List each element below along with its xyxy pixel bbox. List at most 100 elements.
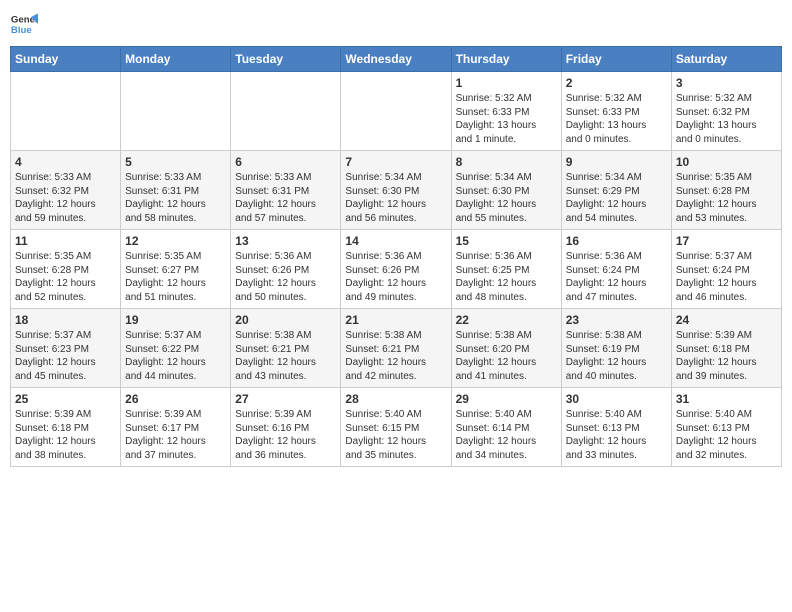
day-number: 30 xyxy=(566,392,667,406)
day-number: 12 xyxy=(125,234,226,248)
calendar-cell: 14 Sunrise: 5:36 AM Sunset: 6:26 PM Dayli… xyxy=(341,230,451,309)
day-info: Sunrise: 5:40 AM Sunset: 6:14 PM Dayligh… xyxy=(456,408,557,462)
day-info: Sunrise: 5:40 AM Sunset: 6:13 PM Dayligh… xyxy=(566,408,667,462)
calendar-cell: 2 Sunrise: 5:32 AM Sunset: 6:33 PM Daylig… xyxy=(561,72,671,151)
day-info: Sunrise: 5:36 AM Sunset: 6:26 PM Dayligh… xyxy=(235,250,336,304)
day-number: 19 xyxy=(125,313,226,327)
day-info: Sunrise: 5:38 AM Sunset: 6:19 PM Dayligh… xyxy=(566,329,667,383)
day-number: 25 xyxy=(15,392,116,406)
day-number: 28 xyxy=(345,392,446,406)
day-info: Sunrise: 5:38 AM Sunset: 6:21 PM Dayligh… xyxy=(235,329,336,383)
weekday-friday: Friday xyxy=(561,47,671,72)
calendar-body: 1 Sunrise: 5:32 AM Sunset: 6:33 PM Daylig… xyxy=(11,72,782,467)
calendar-cell: 24 Sunrise: 5:39 AM Sunset: 6:18 PM Dayli… xyxy=(671,309,781,388)
day-info: Sunrise: 5:33 AM Sunset: 6:31 PM Dayligh… xyxy=(125,171,226,225)
page-header: General Blue xyxy=(10,10,782,38)
calendar-cell: 15 Sunrise: 5:36 AM Sunset: 6:25 PM Dayli… xyxy=(451,230,561,309)
day-number: 4 xyxy=(15,155,116,169)
day-info: Sunrise: 5:40 AM Sunset: 6:13 PM Dayligh… xyxy=(676,408,777,462)
day-info: Sunrise: 5:38 AM Sunset: 6:20 PM Dayligh… xyxy=(456,329,557,383)
day-number: 24 xyxy=(676,313,777,327)
calendar-cell: 10Sunrise: 5:35 AM Sunset: 6:28 PM Dayli… xyxy=(671,151,781,230)
day-number: 6 xyxy=(235,155,336,169)
day-number: 17 xyxy=(676,234,777,248)
day-info: Sunrise: 5:39 AM Sunset: 6:18 PM Dayligh… xyxy=(15,408,116,462)
calendar-cell: 5 Sunrise: 5:33 AM Sunset: 6:31 PM Daylig… xyxy=(121,151,231,230)
day-number: 18 xyxy=(15,313,116,327)
calendar-table: SundayMondayTuesdayWednesdayThursdayFrid… xyxy=(10,46,782,467)
calendar-cell: 28 Sunrise: 5:40 AM Sunset: 6:15 PM Dayli… xyxy=(341,388,451,467)
day-info: Sunrise: 5:36 AM Sunset: 6:24 PM Dayligh… xyxy=(566,250,667,304)
day-info: Sunrise: 5:40 AM Sunset: 6:15 PM Dayligh… xyxy=(345,408,446,462)
day-number: 23 xyxy=(566,313,667,327)
day-info: Sunrise: 5:39 AM Sunset: 6:17 PM Dayligh… xyxy=(125,408,226,462)
calendar-week-3: 11 Sunrise: 5:35 AM Sunset: 6:28 PM Dayli… xyxy=(11,230,782,309)
calendar-week-5: 25 Sunrise: 5:39 AM Sunset: 6:18 PM Dayli… xyxy=(11,388,782,467)
day-info: Sunrise: 5:36 AM Sunset: 6:25 PM Dayligh… xyxy=(456,250,557,304)
weekday-saturday: Saturday xyxy=(671,47,781,72)
day-number: 1 xyxy=(456,76,557,90)
calendar-cell: 21Sunrise: 5:38 AM Sunset: 6:21 PM Dayli… xyxy=(341,309,451,388)
day-info: Sunrise: 5:37 AM Sunset: 6:23 PM Dayligh… xyxy=(15,329,116,383)
weekday-wednesday: Wednesday xyxy=(341,47,451,72)
calendar-cell: 22 Sunrise: 5:38 AM Sunset: 6:20 PM Dayli… xyxy=(451,309,561,388)
day-info: Sunrise: 5:32 AM Sunset: 6:33 PM Dayligh… xyxy=(456,92,557,146)
calendar-cell xyxy=(11,72,121,151)
day-number: 10 xyxy=(676,155,777,169)
day-number: 3 xyxy=(676,76,777,90)
calendar-cell: 13 Sunrise: 5:36 AM Sunset: 6:26 PM Dayli… xyxy=(231,230,341,309)
weekday-tuesday: Tuesday xyxy=(231,47,341,72)
day-info: Sunrise: 5:34 AM Sunset: 6:29 PM Dayligh… xyxy=(566,171,667,225)
day-number: 5 xyxy=(125,155,226,169)
day-number: 9 xyxy=(566,155,667,169)
day-info: Sunrise: 5:33 AM Sunset: 6:31 PM Dayligh… xyxy=(235,171,336,225)
calendar-header-row: SundayMondayTuesdayWednesdayThursdayFrid… xyxy=(11,47,782,72)
calendar-cell: 17Sunrise: 5:37 AM Sunset: 6:24 PM Dayli… xyxy=(671,230,781,309)
day-info: Sunrise: 5:37 AM Sunset: 6:22 PM Dayligh… xyxy=(125,329,226,383)
day-info: Sunrise: 5:35 AM Sunset: 6:27 PM Dayligh… xyxy=(125,250,226,304)
calendar-cell: 23 Sunrise: 5:38 AM Sunset: 6:19 PM Dayli… xyxy=(561,309,671,388)
weekday-monday: Monday xyxy=(121,47,231,72)
day-number: 13 xyxy=(235,234,336,248)
calendar-cell: 20 Sunrise: 5:38 AM Sunset: 6:21 PM Dayli… xyxy=(231,309,341,388)
calendar-cell: 6 Sunrise: 5:33 AM Sunset: 6:31 PM Daylig… xyxy=(231,151,341,230)
day-info: Sunrise: 5:33 AM Sunset: 6:32 PM Dayligh… xyxy=(15,171,116,225)
day-info: Sunrise: 5:34 AM Sunset: 6:30 PM Dayligh… xyxy=(456,171,557,225)
calendar-cell: 12 Sunrise: 5:35 AM Sunset: 6:27 PM Dayli… xyxy=(121,230,231,309)
day-number: 8 xyxy=(456,155,557,169)
day-info: Sunrise: 5:39 AM Sunset: 6:18 PM Dayligh… xyxy=(676,329,777,383)
day-number: 15 xyxy=(456,234,557,248)
day-info: Sunrise: 5:34 AM Sunset: 6:30 PM Dayligh… xyxy=(345,171,446,225)
calendar-cell: 3Sunrise: 5:32 AM Sunset: 6:32 PM Daylig… xyxy=(671,72,781,151)
logo: General Blue xyxy=(10,10,42,38)
day-number: 20 xyxy=(235,313,336,327)
calendar-cell xyxy=(231,72,341,151)
calendar-cell: 30 Sunrise: 5:40 AM Sunset: 6:13 PM Dayli… xyxy=(561,388,671,467)
day-info: Sunrise: 5:35 AM Sunset: 6:28 PM Dayligh… xyxy=(15,250,116,304)
calendar-cell xyxy=(121,72,231,151)
calendar-cell: 26 Sunrise: 5:39 AM Sunset: 6:17 PM Dayli… xyxy=(121,388,231,467)
calendar-cell: 8 Sunrise: 5:34 AM Sunset: 6:30 PM Daylig… xyxy=(451,151,561,230)
calendar-cell xyxy=(341,72,451,151)
day-info: Sunrise: 5:36 AM Sunset: 6:26 PM Dayligh… xyxy=(345,250,446,304)
calendar-cell: 9 Sunrise: 5:34 AM Sunset: 6:29 PM Daylig… xyxy=(561,151,671,230)
calendar-cell: 25 Sunrise: 5:39 AM Sunset: 6:18 PM Dayli… xyxy=(11,388,121,467)
weekday-sunday: Sunday xyxy=(11,47,121,72)
day-number: 22 xyxy=(456,313,557,327)
day-info: Sunrise: 5:32 AM Sunset: 6:33 PM Dayligh… xyxy=(566,92,667,146)
day-info: Sunrise: 5:39 AM Sunset: 6:16 PM Dayligh… xyxy=(235,408,336,462)
day-number: 29 xyxy=(456,392,557,406)
day-number: 2 xyxy=(566,76,667,90)
logo-icon: General Blue xyxy=(10,10,38,38)
day-number: 11 xyxy=(15,234,116,248)
day-number: 27 xyxy=(235,392,336,406)
calendar-cell: 16Sunrise: 5:36 AM Sunset: 6:24 PM Dayli… xyxy=(561,230,671,309)
calendar-cell: 19 Sunrise: 5:37 AM Sunset: 6:22 PM Dayli… xyxy=(121,309,231,388)
day-number: 14 xyxy=(345,234,446,248)
calendar-week-1: 1 Sunrise: 5:32 AM Sunset: 6:33 PM Daylig… xyxy=(11,72,782,151)
day-number: 21 xyxy=(345,313,446,327)
weekday-thursday: Thursday xyxy=(451,47,561,72)
day-number: 26 xyxy=(125,392,226,406)
svg-text:Blue: Blue xyxy=(11,25,32,36)
calendar-cell: 7Sunrise: 5:34 AM Sunset: 6:30 PM Daylig… xyxy=(341,151,451,230)
